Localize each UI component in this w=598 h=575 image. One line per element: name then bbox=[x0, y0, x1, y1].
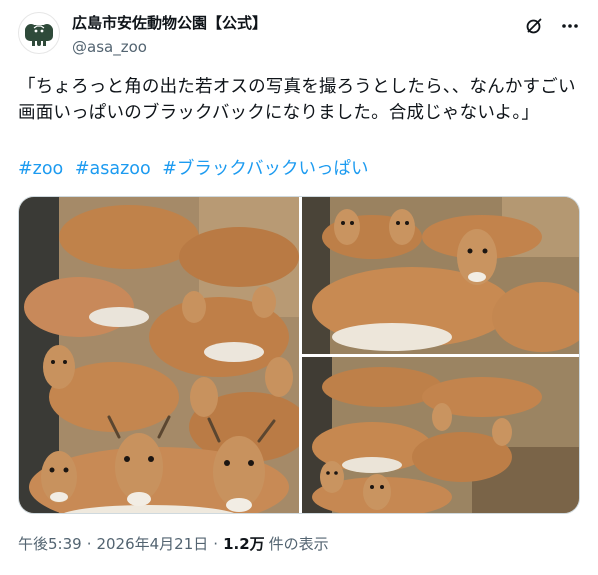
tweet-card: 広島市安佐動物公園【公式】 @asa_zoo 「ちょろっと角の出た若オスの写真を… bbox=[0, 0, 598, 575]
tweet-header: 広島市安佐動物公園【公式】 @asa_zoo bbox=[18, 12, 580, 60]
meta-separator: · bbox=[86, 535, 92, 553]
tweet-text: 「ちょろっと角の出た若オスの写真を撮ろうとしたら、、なんかすごい画面いっぱいのブ… bbox=[18, 77, 576, 123]
tweet-time[interactable]: 午後5:39 bbox=[18, 534, 82, 554]
tweet-meta: 午後5:39 · 2026年4月21日 · 1.2万 件の表示 bbox=[18, 534, 329, 554]
photo-3[interactable] bbox=[302, 357, 579, 513]
elephant-logo-icon bbox=[25, 24, 53, 46]
more-icon[interactable] bbox=[560, 16, 580, 36]
photo-1[interactable] bbox=[19, 197, 299, 513]
meta-separator: · bbox=[213, 535, 219, 553]
avatar[interactable] bbox=[18, 12, 60, 54]
hashtag-blackbuck[interactable]: #ブラックバックいっぱい bbox=[162, 159, 368, 179]
account-handle[interactable]: @asa_zoo bbox=[72, 37, 267, 57]
media-grid bbox=[18, 196, 580, 514]
views-count[interactable]: 1.2万 bbox=[223, 534, 265, 554]
views-label: 件の表示 bbox=[268, 535, 329, 553]
display-name[interactable]: 広島市安佐動物公園【公式】 bbox=[72, 13, 267, 33]
photo-2[interactable] bbox=[302, 197, 579, 354]
account-names: 広島市安佐動物公園【公式】 @asa_zoo bbox=[72, 13, 267, 57]
tweet-date[interactable]: 2026年4月21日 bbox=[96, 534, 208, 554]
grok-icon[interactable] bbox=[524, 16, 544, 36]
hashtag-zoo[interactable]: #zoo bbox=[18, 159, 63, 179]
header-actions bbox=[524, 16, 580, 36]
hashtag-asazoo[interactable]: #asazoo bbox=[75, 159, 151, 179]
hashtag-row: #zoo #asazoo #ブラックバックいっぱい bbox=[18, 156, 375, 182]
